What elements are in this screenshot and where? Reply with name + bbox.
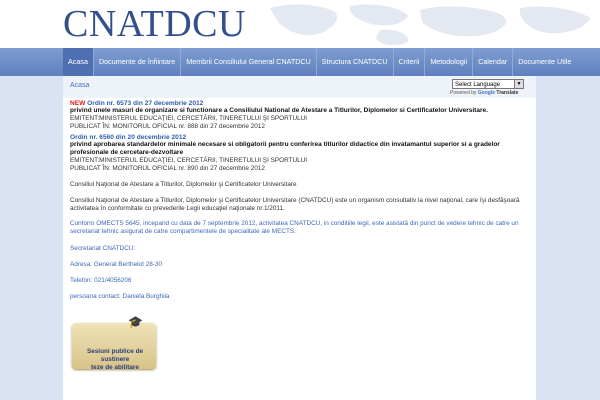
intro-heading: Consiliul Naţional de Atestare a Titluri…: [70, 181, 297, 188]
conform-paragraph: Conform OMECTS 5645, incepand cu data de…: [70, 219, 519, 235]
site-header: CNATDCU: [0, 0, 600, 48]
ordin-6560-emitent: EMITENT:MINISTERUL EDUCAŢIEI, CERCETĂRII…: [70, 157, 308, 164]
nav-item-calendar[interactable]: Calendar: [472, 48, 512, 76]
left-sidebar-background: [0, 76, 63, 400]
google-translate-credit: Powered by Google Translate: [450, 90, 518, 96]
banner-text: Sesiuni publice de sustinere teze de abi…: [76, 348, 154, 372]
world-map-graphic: [270, 4, 590, 46]
secretariat-label: Secretariat CNATDCU:: [70, 244, 136, 252]
nav-item-documente-utile[interactable]: Documente Utile: [512, 48, 576, 76]
nav-item-criterii[interactable]: Criterii: [392, 48, 425, 76]
powered-by-label: Powered by: [450, 90, 477, 96]
intro-paragraph: Consiliul Naţional de Atestare a Titluri…: [70, 196, 520, 212]
nav-item-documente-infiintare[interactable]: Documente de înfiintare: [92, 48, 180, 76]
ordin-6573-description: privind unele masuri de organizare si fu…: [70, 107, 488, 114]
nav-item-acasa[interactable]: Acasa: [63, 48, 93, 76]
article-body: NEW Ordin nr. 6573 din 27 decembrie 2012…: [70, 100, 532, 301]
banner-line-1: Sesiuni publice de sustinere: [86, 348, 144, 363]
nav-item-metodologii[interactable]: Metodologii: [424, 48, 472, 76]
graduation-cap-icon: 🎓: [128, 315, 143, 329]
ordin-6560-link[interactable]: Ordin nr. 6560 din 20 decembrie 2012: [70, 134, 186, 141]
right-sidebar-background: [536, 76, 600, 400]
new-badge: NEW: [70, 100, 86, 107]
main-nav: Acasa Documente de înfiintare Membrii Co…: [0, 48, 600, 76]
google-logo[interactable]: Google: [478, 90, 495, 96]
contact-address: Adresa: General Berthelot 28-30: [70, 260, 163, 268]
ordin-6573-publicat: PUBLICAT ÎN: MONITORUL OFICIAL nr. 888 d…: [70, 122, 265, 130]
content-toolbar: Select Language ▼ Powered by Google Tran…: [63, 76, 536, 98]
ordin-6573-link[interactable]: Ordin nr. 6573 din 27 decembrie 2012: [87, 100, 203, 107]
language-select[interactable]: Select Language ▼: [452, 79, 524, 89]
ordin-6560-description: privind aprobarea standardelor minimale …: [70, 141, 500, 156]
abilitare-banner[interactable]: 🎓 Sesiuni publice de sustinere teze de a…: [72, 315, 156, 375]
main-content: Select Language ▼ Powered by Google Tran…: [63, 76, 536, 400]
nav-item-membrii-consiliului[interactable]: Membrii Consiliului General CNATDCU: [180, 48, 315, 76]
translate-link[interactable]: Translate: [496, 90, 518, 96]
contact-phone: Telefon: 021/4056206: [70, 276, 132, 284]
site-logo[interactable]: CNATDCU: [63, 4, 246, 44]
banner-line-2: teze de abilitare: [91, 364, 139, 371]
chevron-down-icon[interactable]: ▼: [514, 80, 523, 88]
ordin-6560-publicat: PUBLICAT ÎN: MONITORUL OFICIAL nr. 890 d…: [70, 164, 265, 172]
breadcrumb[interactable]: Acasa: [70, 82, 89, 89]
contact-person: persoana contact: Daniela Burghila: [70, 292, 170, 300]
ordin-6573-emitent: EMITENT:MINISTERUL EDUCAŢIEI, CERCETĂRII…: [70, 115, 308, 122]
language-select-value: Select Language: [455, 82, 501, 88]
nav-item-structura[interactable]: Structura CNATDCU: [315, 48, 393, 76]
